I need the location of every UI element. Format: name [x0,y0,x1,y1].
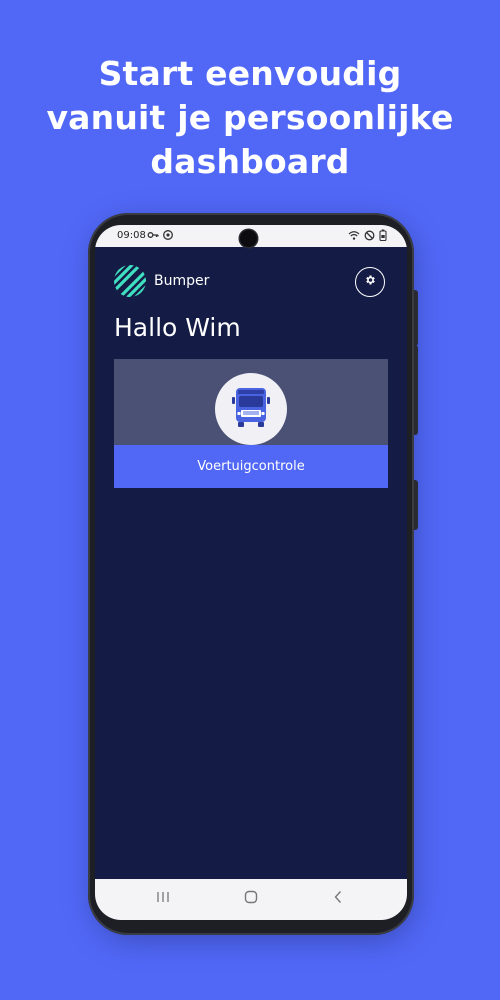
card-image-area [114,359,388,445]
bumper-logo-icon [114,265,146,297]
vehicle-check-card[interactable]: Voertuigcontrole [114,359,388,488]
recent-apps-button[interactable] [151,889,175,909]
home-icon [244,890,258,909]
back-button[interactable] [326,889,350,909]
phone-screen: 09:08 Bumper Hallo Wim Voertuigcontrole [95,225,407,920]
status-bar: 09:08 [95,225,407,247]
phone-volume-button [414,290,418,346]
android-navigation-bar [95,879,407,920]
truck-icon-circle [215,373,287,445]
do-not-disturb-icon [364,230,375,244]
phone-side-button [414,480,418,530]
wifi-icon [348,230,360,244]
status-time: 09:08 [117,230,146,241]
headline-line-2: vanuit je persoonlijke [46,98,454,137]
front-camera [240,230,257,247]
promo-headline: Start eenvoudig vanuit je persoonlijke d… [0,52,500,184]
headline-line-3: dashboard [150,142,350,181]
brand-name: Bumper [154,273,210,289]
home-button[interactable] [239,889,263,909]
card-label[interactable]: Voertuigcontrole [114,445,388,488]
headline-line-1: Start eenvoudig [98,54,402,93]
sync-icon [162,229,174,244]
battery-lock-icon [379,229,387,244]
greeting-title: Hallo Wim [114,313,241,342]
key-icon [147,229,159,244]
back-icon [333,890,343,909]
recent-apps-icon [156,890,170,908]
settings-button[interactable] [355,267,385,297]
phone-power-button [414,345,418,435]
gear-icon [364,273,376,291]
truck-icon [229,386,273,433]
